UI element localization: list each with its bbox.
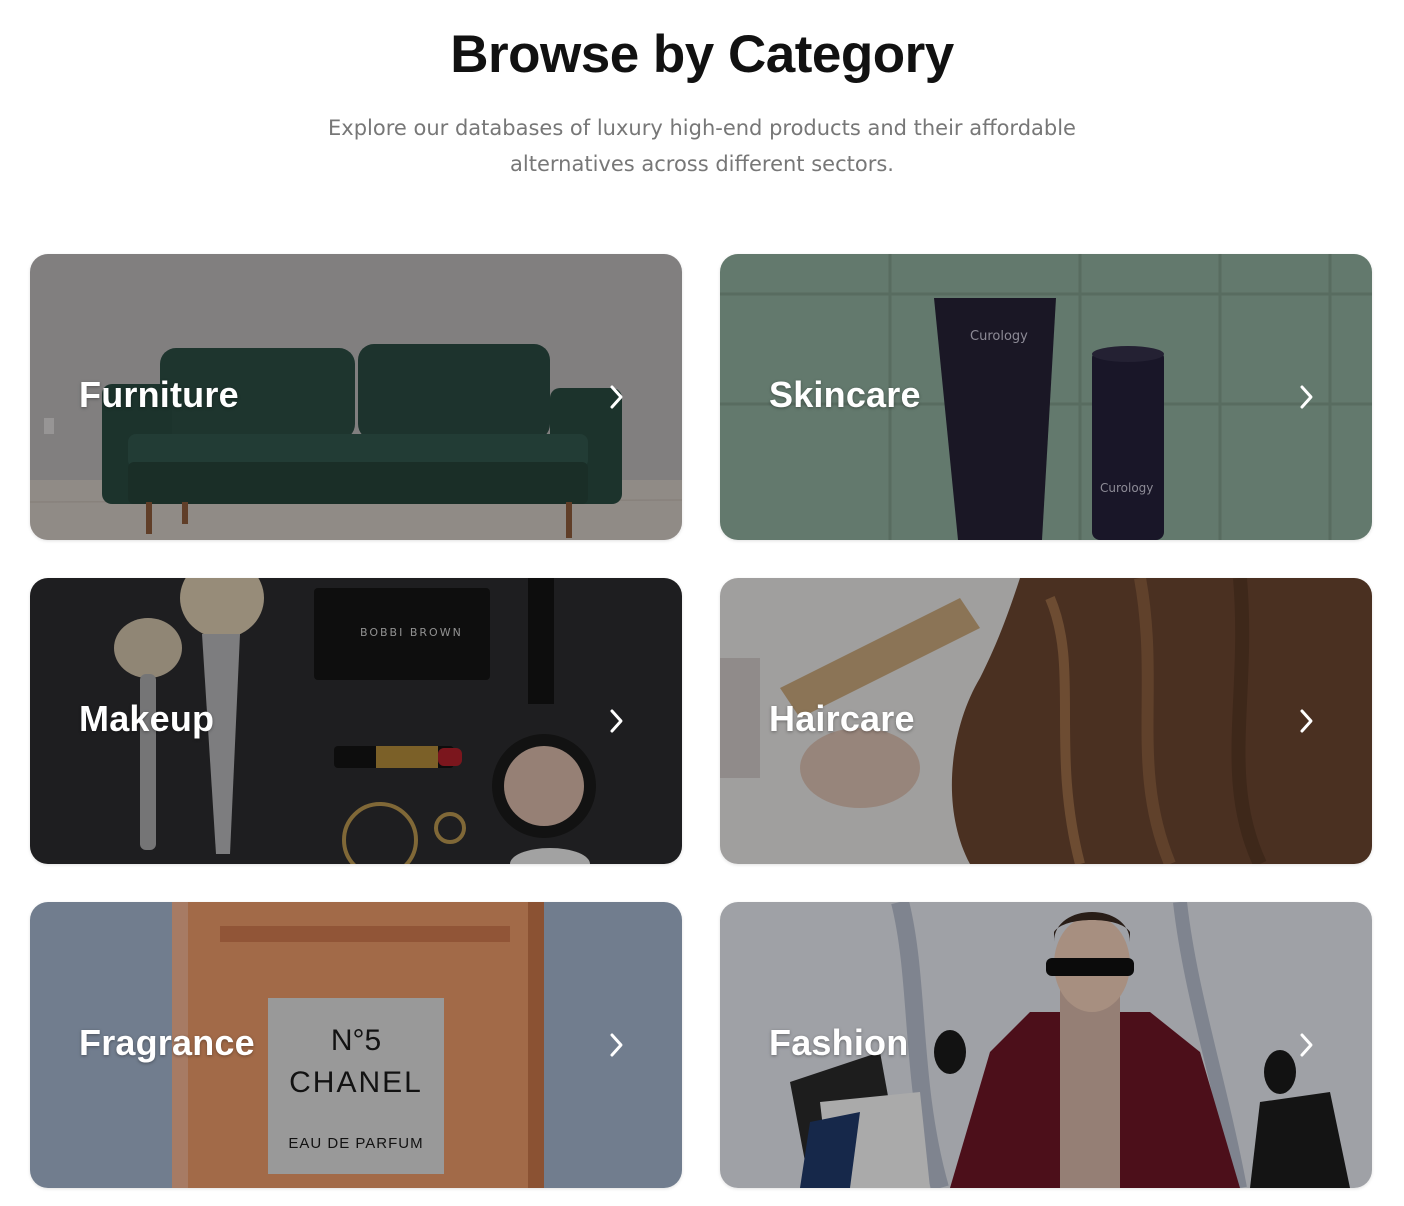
category-label-haircare: Haircare xyxy=(769,698,915,739)
category-label-furniture: Furniture xyxy=(79,374,239,415)
category-label-fragrance: Fragrance xyxy=(79,1022,255,1063)
category-card-fragrance[interactable]: N°5 CHANEL EAU DE PARFUM Fragrance xyxy=(30,902,682,1188)
category-card-haircare[interactable]: Haircare xyxy=(720,578,1372,864)
chevron-right-icon xyxy=(610,1033,623,1057)
page-title: Browse by Category xyxy=(450,25,954,84)
chevron-right-icon xyxy=(610,709,623,733)
category-label-fashion: Fashion xyxy=(769,1022,909,1063)
chevron-right-icon xyxy=(1300,385,1313,409)
chevron-right-icon xyxy=(1300,1033,1313,1057)
chevron-right-icon xyxy=(1300,709,1313,733)
category-card-makeup[interactable]: BOBBI BROWN Makeup xyxy=(30,578,682,864)
category-card-skincare[interactable]: Curology Curology Skincare xyxy=(720,254,1372,540)
chevron-right-icon xyxy=(610,385,623,409)
category-card-fashion[interactable]: Fashion xyxy=(720,902,1372,1188)
category-card-furniture[interactable]: Furniture xyxy=(30,254,682,540)
category-label-makeup: Makeup xyxy=(79,698,215,739)
category-label-skincare: Skincare xyxy=(769,374,921,415)
page-subtitle: Explore our databases of luxury high-end… xyxy=(328,116,1076,176)
